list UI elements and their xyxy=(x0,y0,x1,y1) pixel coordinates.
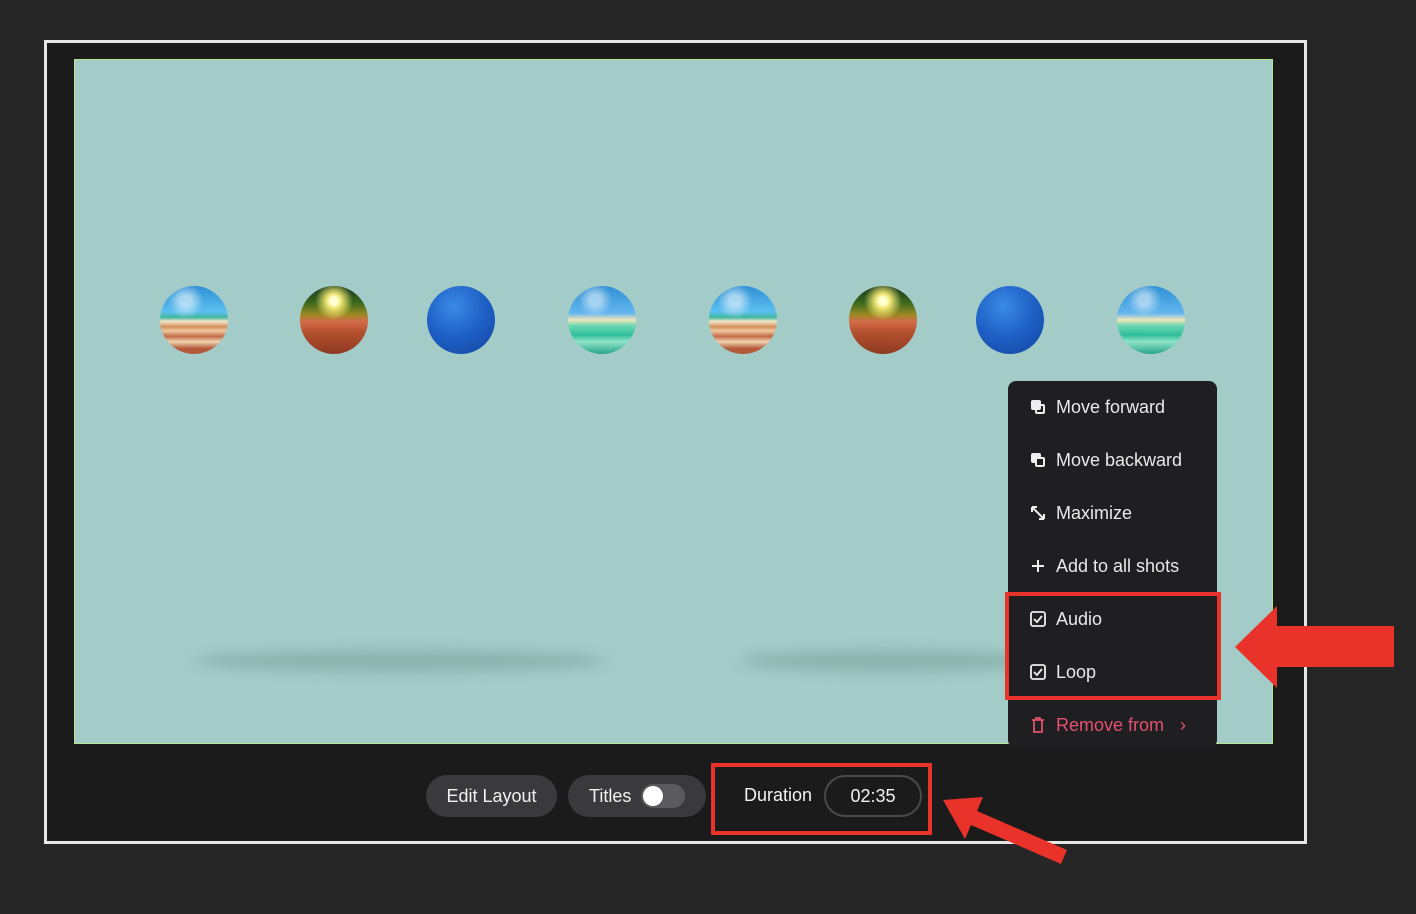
arrow-diagonal-annotation xyxy=(943,797,1067,864)
annotation-arrows xyxy=(943,606,1394,864)
arrow-left-annotation xyxy=(1235,606,1394,688)
